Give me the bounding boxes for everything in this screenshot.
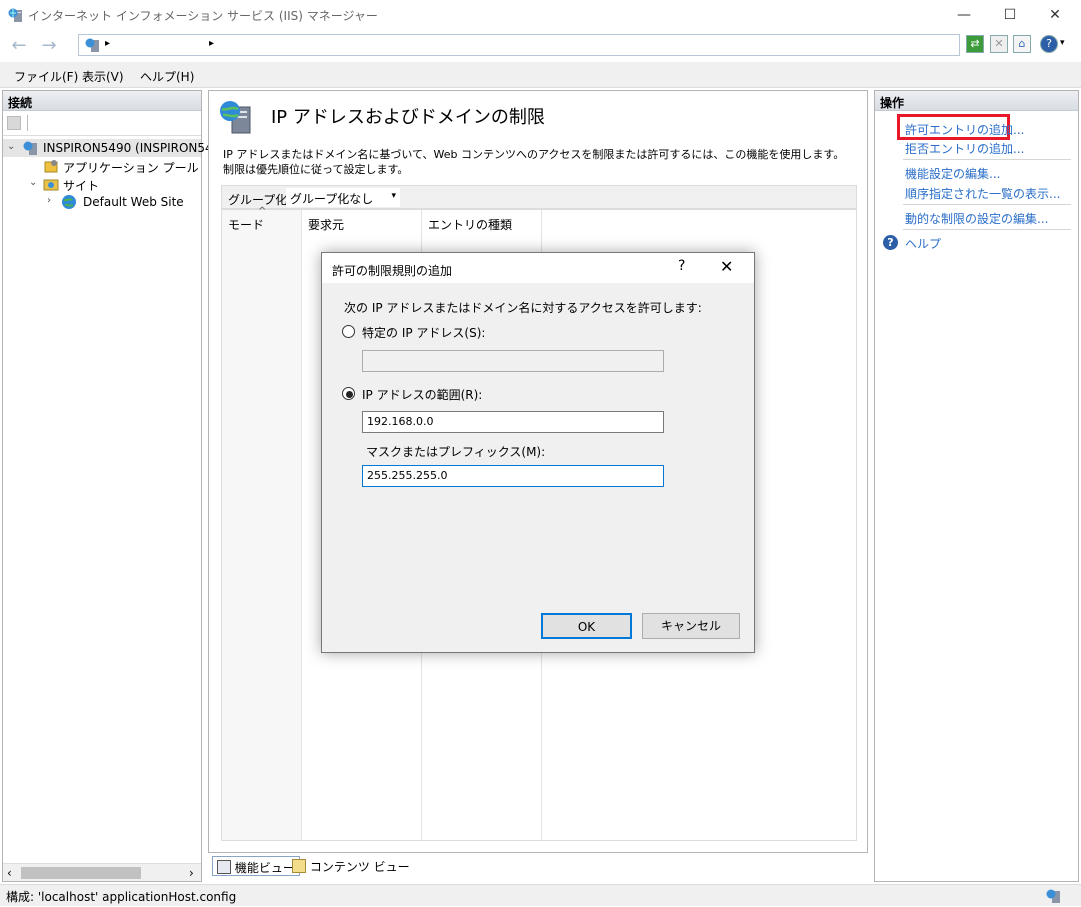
actions-pane: 操作 許可エントリの追加... 拒否エントリの追加... 機能設定の編集... …: [874, 90, 1079, 882]
tab-content-view[interactable]: コンテンツ ビュー: [288, 856, 414, 876]
connections-toolbar: [3, 112, 201, 136]
close-button[interactable]: ✕: [1032, 0, 1078, 30]
menu-help[interactable]: ヘルプ(H): [140, 68, 194, 85]
app-pool-icon: [43, 158, 59, 174]
minimize-button[interactable]: —: [941, 0, 987, 30]
dialog-close-button[interactable]: ✕: [720, 257, 733, 276]
column-header-mode[interactable]: モード: [228, 216, 264, 233]
group-by-value: グループ化なし: [290, 192, 374, 206]
specific-ip-input[interactable]: [362, 350, 664, 372]
status-bar: 構成: 'localhost' applicationHost.config: [0, 884, 1081, 906]
scroll-right-button[interactable]: ›: [189, 866, 194, 880]
address-path-field[interactable]: ▸ ▸: [78, 34, 960, 56]
forward-button[interactable]: →: [36, 34, 62, 58]
window-titlebar: インターネット インフォメーション サービス (IIS) マネージャー — ☐ …: [0, 0, 1081, 30]
expand-toggle[interactable]: ⌄: [29, 177, 41, 188]
action-add-deny-entry[interactable]: 拒否エントリの追加...: [905, 140, 1024, 157]
tab-features-view[interactable]: 機能ビュー: [212, 856, 300, 876]
tree-item-server[interactable]: ⌄ INSPIRON5490 (INSPIRON5490: [3, 139, 228, 157]
tree-item-app-pools[interactable]: アプリケーション プール: [3, 157, 201, 175]
tree-item-sites[interactable]: ⌄ サイト: [3, 175, 201, 193]
create-connection-icon[interactable]: [7, 116, 21, 130]
specific-ip-label[interactable]: 特定の IP アドレス(S):: [362, 324, 485, 341]
column-mode: モード ^: [222, 206, 302, 840]
action-view-ordered-list[interactable]: 順序指定された一覧の表示...: [905, 185, 1060, 202]
content-view-icon: [292, 859, 306, 873]
stop-icon[interactable]: ✕: [990, 35, 1008, 53]
expand-toggle[interactable]: ›: [47, 195, 59, 206]
address-bar: ← → ▸ ▸ ⇄ ✕ ⌂ ? ▾: [0, 30, 1081, 62]
ip-range-radio[interactable]: [342, 387, 355, 400]
action-edit-dynamic-restrictions[interactable]: 動的な制限の設定の編集...: [905, 210, 1048, 227]
actions-divider: [903, 204, 1071, 205]
server-icon: [1046, 888, 1062, 904]
tab-label: コンテンツ ビュー: [309, 860, 410, 874]
feature-description: IP アドレスまたはドメイン名に基づいて、Web コンテンツへのアクセスを制限ま…: [223, 148, 845, 176]
server-icon: [23, 140, 39, 156]
action-help[interactable]: ヘルプ: [905, 235, 941, 252]
menu-file[interactable]: ファイル(F): [14, 68, 78, 85]
connections-hscrollbar[interactable]: ‹ ›: [3, 863, 201, 881]
toolbar-divider: [27, 115, 28, 131]
tree-label: サイト: [63, 179, 100, 193]
sort-ascending-icon: ^: [258, 206, 267, 217]
mask-input[interactable]: 255.255.255.0: [362, 465, 664, 487]
features-view-icon: [217, 860, 231, 874]
help-icon[interactable]: ?: [1040, 35, 1058, 53]
dialog-prompt: 次の IP アドレスまたはドメイン名に対するアクセスを許可します:: [344, 301, 702, 315]
connections-header: 接続: [3, 91, 201, 111]
server-icon: [85, 37, 101, 53]
window-title: インターネット インフォメーション サービス (IIS) マネージャー: [28, 9, 378, 23]
path-separator[interactable]: ▸: [105, 38, 110, 49]
scroll-left-button[interactable]: ‹: [7, 866, 12, 880]
tree-item-default-web-site[interactable]: › Default Web Site: [3, 193, 201, 211]
scroll-thumb[interactable]: [21, 867, 141, 879]
group-by-bar: グループ化: グループ化なし ▾: [221, 185, 857, 209]
help-dropdown-icon[interactable]: ▾: [1060, 38, 1065, 48]
menu-view[interactable]: 表示(V): [82, 68, 124, 85]
refresh-icon[interactable]: ⇄: [966, 35, 984, 53]
tree-label: INSPIRON5490 (INSPIRON5490: [43, 141, 228, 155]
home-icon[interactable]: ⌂: [1013, 35, 1031, 53]
dialog-title: 許可の制限規則の追加: [332, 264, 453, 278]
tree-label: アプリケーション プール: [63, 161, 199, 175]
help-icon: ?: [883, 235, 898, 250]
expand-toggle[interactable]: ⌄: [7, 141, 19, 152]
cancel-button[interactable]: キャンセル: [642, 613, 740, 639]
column-header-entry-type[interactable]: エントリの種類: [428, 216, 512, 233]
view-tabs: 機能ビュー コンテンツ ビュー: [208, 856, 868, 878]
path-separator[interactable]: ▸: [209, 38, 214, 49]
tree-label: Default Web Site: [83, 195, 184, 209]
actions-divider: [903, 229, 1071, 230]
column-header-source[interactable]: 要求元: [308, 216, 344, 233]
globe-icon: [61, 194, 77, 210]
actions-header: 操作: [875, 91, 1078, 111]
sites-folder-icon: [43, 176, 59, 192]
group-by-select[interactable]: グループ化なし ▾: [286, 188, 400, 207]
maximize-button[interactable]: ☐: [987, 0, 1033, 30]
ip-restriction-icon: [219, 99, 253, 135]
menu-bar: ファイル(F) 表示(V) ヘルプ(H): [0, 62, 1081, 88]
tab-label: 機能ビュー: [234, 861, 295, 875]
ip-range-input[interactable]: 192.168.0.0: [362, 411, 664, 433]
connections-pane: 接続 ⌄ INSPIRON5490 (INSPIRON5490 アプリケーション…: [2, 90, 228, 882]
chevron-down-icon: ▾: [391, 191, 396, 201]
action-edit-feature-settings[interactable]: 機能設定の編集...: [905, 165, 1000, 182]
action-add-allow-entry[interactable]: 許可エントリの追加...: [905, 121, 1024, 138]
status-text: 構成: 'localhost' applicationHost.config: [6, 890, 237, 904]
dialog-help-button[interactable]: ?: [678, 258, 685, 274]
back-button[interactable]: ←: [6, 34, 32, 58]
ok-button[interactable]: OK: [541, 613, 632, 639]
actions-divider: [903, 159, 1071, 160]
mask-label: マスクまたはプレフィックス(M):: [366, 445, 546, 459]
add-allow-rule-dialog: 許可の制限規則の追加 ? ✕ 次の IP アドレスまたはドメイン名に対するアクセ…: [321, 252, 755, 653]
ip-range-label[interactable]: IP アドレスの範囲(R):: [362, 386, 482, 403]
page-title: IP アドレスおよびドメインの制限: [271, 107, 545, 128]
iis-app-icon: [8, 7, 24, 23]
specific-ip-radio[interactable]: [342, 325, 355, 338]
dialog-titlebar: 許可の制限規則の追加 ? ✕: [322, 253, 754, 283]
